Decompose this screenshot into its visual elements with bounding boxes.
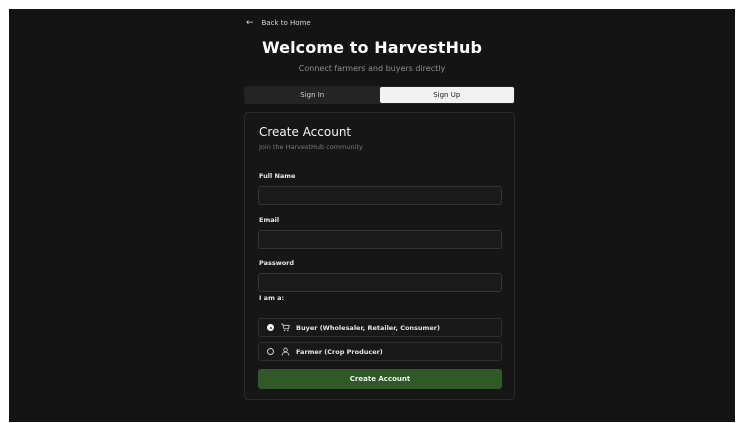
back-to-home-link[interactable]: ← Back to Home xyxy=(246,16,311,30)
password-input[interactable] xyxy=(258,273,502,292)
signup-card: Create Account Join the HarvestHub commu… xyxy=(244,112,515,400)
role-option-farmer[interactable]: Farmer (Crop Producer) xyxy=(258,342,502,361)
auth-tabs: Sign In Sign Up xyxy=(244,86,515,104)
radio-buyer[interactable] xyxy=(267,324,274,331)
email-input[interactable] xyxy=(258,230,502,249)
tab-sign-in[interactable]: Sign In xyxy=(245,87,380,103)
role-option-farmer-label: Farmer (Crop Producer) xyxy=(296,347,383,356)
cart-icon xyxy=(281,323,290,332)
email-label: Email xyxy=(259,216,280,224)
page-subtitle: Connect farmers and buyers directly xyxy=(298,64,446,73)
back-link-label: Back to Home xyxy=(261,19,311,27)
card-title: Create Account xyxy=(259,125,352,139)
user-icon xyxy=(281,347,290,356)
role-option-buyer-label: Buyer (Wholesaler, Retailer, Consumer) xyxy=(296,323,440,332)
full-name-input[interactable] xyxy=(258,186,502,205)
radio-farmer[interactable] xyxy=(267,348,274,355)
card-subtitle: Join the HarvestHub community xyxy=(259,143,363,151)
arrow-left-icon: ← xyxy=(246,17,254,28)
create-account-button[interactable]: Create Account xyxy=(258,369,502,389)
role-label: I am a: xyxy=(259,294,285,302)
full-name-label: Full Name xyxy=(259,172,296,180)
role-option-buyer[interactable]: Buyer (Wholesaler, Retailer, Consumer) xyxy=(258,318,502,337)
password-label: Password xyxy=(259,259,295,267)
tab-sign-up[interactable]: Sign Up xyxy=(379,87,514,103)
page-title: Welcome to HarvestHub xyxy=(261,38,483,57)
